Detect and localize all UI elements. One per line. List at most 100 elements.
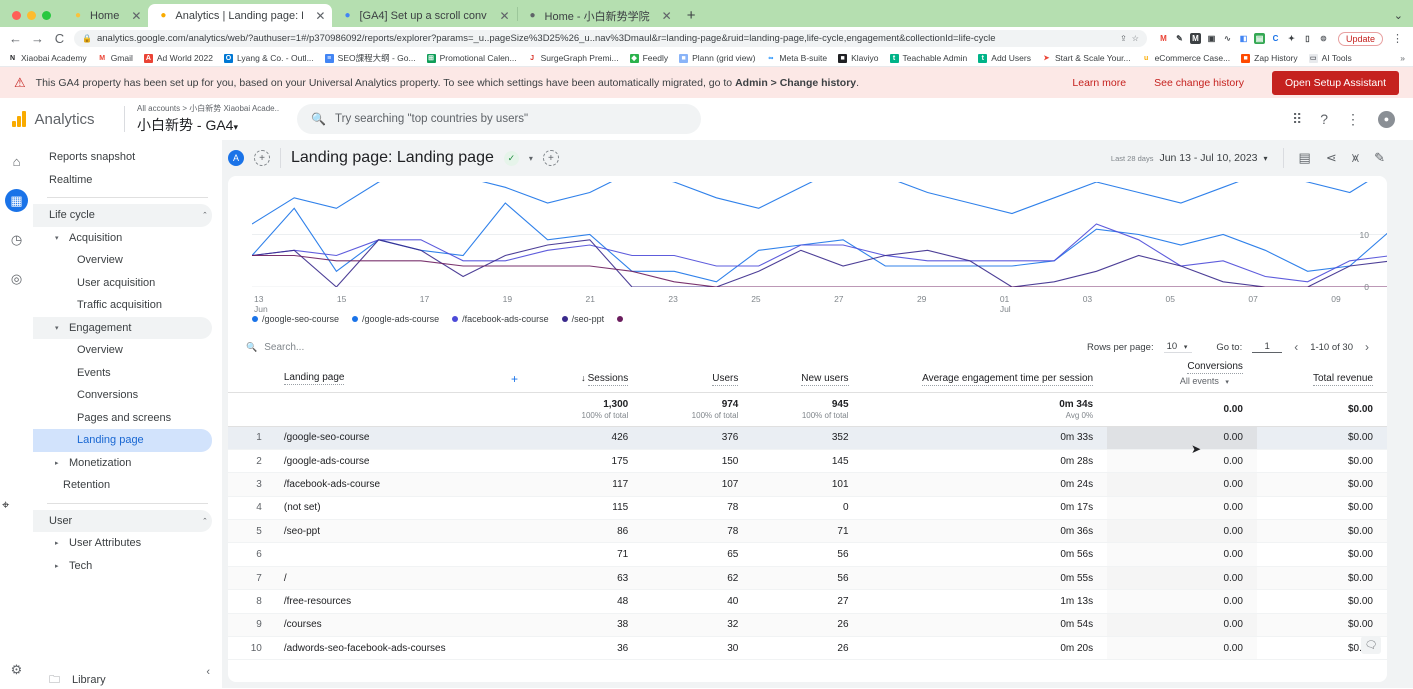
bookmark-item[interactable]: OLyang & Co. - Outl... [224, 53, 314, 63]
star-icon[interactable]: ☆ [1132, 34, 1139, 43]
rail-item-explore[interactable]: ◷ [5, 228, 28, 251]
blue-extension[interactable]: ◧ [1238, 33, 1249, 44]
close-window-button[interactable] [12, 11, 21, 20]
gmail-extension[interactable]: M [1158, 33, 1169, 44]
learn-more-link[interactable]: Learn more [1072, 77, 1126, 89]
edit-pencil-icon[interactable]: ✎ [1374, 150, 1385, 166]
sidebar-item-monetization[interactable]: ▸Monetization [33, 452, 212, 475]
browser-tab-close-icon[interactable]: ✕ [493, 10, 509, 22]
add-comparison-button[interactable]: + [254, 150, 270, 166]
collapse-caret-icon[interactable]: ⌃ [202, 211, 212, 219]
chevron-down-icon[interactable]: ▾ [529, 154, 533, 163]
bookmark-item[interactable]: ⊞Promotional Calen... [427, 53, 517, 63]
property-caret-icon[interactable]: ▾ [233, 122, 238, 132]
cell-landing-page[interactable]: /courses [270, 613, 532, 636]
green-extension[interactable]: ▤ [1254, 33, 1265, 44]
sidepanel-extension[interactable]: ▯ [1302, 33, 1313, 44]
table-row[interactable]: 9/courses3832260m 54s0.00$0.00 [228, 613, 1387, 636]
table-row[interactable]: 4(not set)1157800m 17s0.00$0.00 [228, 496, 1387, 519]
cell-landing-page[interactable]: /adwords-seo-facebook-ads-courses [270, 637, 532, 660]
date-range-caret-icon[interactable]: ▾ [1264, 154, 1268, 163]
expand-caret-icon[interactable]: ▸ [55, 539, 63, 547]
cell-landing-page[interactable]: /facebook-ads-course [270, 473, 532, 496]
table-row[interactable]: 7/6362560m 55s0.00$0.00 [228, 566, 1387, 589]
window-controls[interactable] [8, 11, 63, 27]
bookmark-item[interactable]: JSurgeGraph Premi... [528, 53, 619, 63]
puzzle-extension[interactable]: ✦ [1286, 33, 1297, 44]
minimize-window-button[interactable] [27, 11, 36, 20]
expand-caret-icon[interactable]: ▾ [55, 324, 63, 332]
header-conversions[interactable]: Conversions All events ▾ [1107, 360, 1257, 392]
browser-tab-close-icon[interactable]: ✕ [309, 10, 325, 22]
sidebar-item-acquisition[interactable]: ▾Acquisition [33, 227, 212, 250]
forward-button[interactable]: → [30, 31, 45, 46]
more-vert-icon[interactable]: ⋮ [1346, 111, 1360, 128]
sidebar-item-user-attributes[interactable]: ▸User Attributes [33, 532, 212, 555]
global-search-input[interactable]: 🔍 Try searching "top countries by users" [297, 104, 701, 134]
sidebar-item-life-cycle[interactable]: Life cycle⌃ [33, 204, 212, 227]
cell-landing-page[interactable]: /google-seo-course [270, 426, 532, 449]
address-bar[interactable]: 🔒 analytics.google.com/analytics/web/?au… [74, 30, 1147, 47]
sidebar-item-retention[interactable]: Retention [33, 474, 212, 497]
link-extension[interactable]: ⊜ [1318, 33, 1329, 44]
expand-caret-icon[interactable]: ▾ [55, 234, 63, 242]
bookmark-item[interactable]: ∞Meta B-suite [766, 53, 827, 63]
legend-item[interactable] [617, 316, 627, 322]
date-range-selector[interactable]: Last 28 days Jun 13 - Jul 10, 2023 ▾ [1111, 152, 1268, 164]
table-row[interactable]: 10/adwords-seo-facebook-ads-courses36302… [228, 637, 1387, 660]
reload-button[interactable]: C [52, 31, 67, 46]
header-avg-engagement[interactable]: Average engagement time per session [863, 360, 1108, 392]
header-landing-page[interactable]: Landing page + [270, 360, 532, 392]
add-filter-button[interactable]: + [543, 150, 559, 166]
bookmark-item[interactable]: ◆Feedly [630, 53, 669, 63]
goto-page-input[interactable]: 1 [1252, 341, 1282, 353]
cell-landing-page[interactable] [270, 543, 532, 566]
camera-extension[interactable]: ▣ [1206, 33, 1217, 44]
header-total-revenue[interactable]: Total revenue [1257, 360, 1387, 392]
sidebar-item-user-acquisition[interactable]: User acquisition [33, 272, 212, 295]
cell-landing-page[interactable]: /seo-ppt [270, 520, 532, 543]
back-button[interactable]: ← [8, 31, 23, 46]
comparison-badge[interactable]: A [228, 150, 244, 166]
analytics-logo[interactable]: Analytics [12, 111, 112, 128]
browser-tab-0[interactable]: ●Home✕ [63, 4, 148, 27]
tabstrip-chevron-icon[interactable]: ⌄ [1394, 9, 1413, 27]
bookmark-item[interactable]: ■Zap History [1241, 53, 1297, 63]
property-selector[interactable]: All accounts > 小白新势 Xiaobai Acade.. 小白新势… [137, 103, 279, 135]
bookmark-item[interactable]: ■Klaviyo [838, 53, 878, 63]
see-change-history-link[interactable]: See change history [1154, 77, 1244, 89]
rail-item-reports[interactable]: ▦ [5, 189, 28, 212]
bookmark-item[interactable]: MGmail [98, 53, 133, 63]
cell-landing-page[interactable]: (not set) [270, 496, 532, 519]
sidebar-collapse-button[interactable]: ‹ [206, 666, 210, 678]
browser-tab-1[interactable]: ●Analytics | Landing page: Land✕ [148, 4, 332, 27]
bookmark-item[interactable]: NXiaobai Academy [8, 53, 87, 63]
share-icon[interactable]: ⇪ [1120, 34, 1127, 43]
insights-icon[interactable]: ▤ [1299, 150, 1311, 166]
header-users[interactable]: Users [642, 360, 752, 392]
sidebar-item-pages-and-screens[interactable]: Pages and screens [33, 407, 212, 430]
update-button[interactable]: Update [1338, 32, 1383, 46]
share-icon[interactable]: ⋖ [1326, 150, 1337, 166]
c-extension[interactable]: C [1270, 33, 1281, 44]
bookmark-item[interactable]: ≡SEO課程大纲 - Go... [325, 52, 416, 64]
pen-extension[interactable]: ✎ [1174, 33, 1185, 44]
sidebar-item-traffic-acquisition[interactable]: Traffic acquisition [33, 294, 212, 317]
legend-item[interactable]: /seo-ppt [562, 314, 605, 324]
sidebar-item-tech[interactable]: ▸Tech [33, 555, 212, 578]
legend-item[interactable]: /facebook-ads-course [452, 314, 549, 324]
browser-tab-close-icon[interactable]: ✕ [125, 10, 141, 22]
rail-item-admin-gear[interactable]: ⚙ [5, 665, 28, 688]
prev-page-button[interactable]: ‹ [1292, 340, 1300, 354]
sidebar-item-user[interactable]: User⌃ [33, 510, 212, 533]
bookmark-item[interactable]: tAdd Users [978, 53, 1031, 63]
table-row[interactable]: 2/google-ads-course1751501450m 28s0.00$0… [228, 449, 1387, 472]
feedback-button[interactable]: 🗨 [1361, 636, 1381, 654]
cell-landing-page[interactable]: / [270, 566, 532, 589]
rail-item-home[interactable]: ⌂ [5, 150, 28, 173]
table-row[interactable]: 5/seo-ppt8678710m 36s0.00$0.00 [228, 520, 1387, 543]
bookmarks-overflow-button[interactable]: » [1400, 53, 1405, 63]
avatar[interactable]: ● [1378, 111, 1395, 128]
bookmark-item[interactable]: AAd World 2022 [144, 53, 213, 63]
mailchimp-extension[interactable]: M [1190, 33, 1201, 44]
